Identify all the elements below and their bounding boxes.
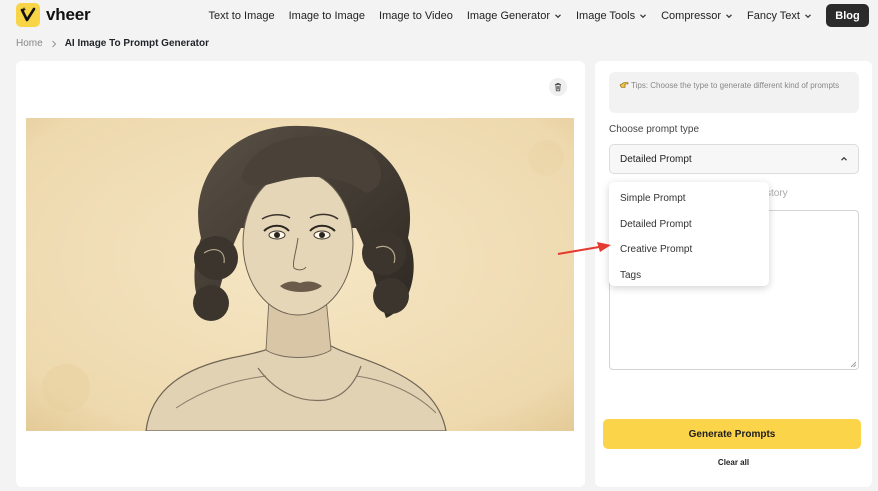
option-simple-prompt[interactable]: Simple Prompt — [609, 186, 769, 212]
nav-label: Image Tools — [575, 10, 636, 22]
nav-label: Image Generator — [466, 10, 550, 22]
nav-label: Fancy Text — [747, 10, 800, 22]
resize-grip-icon[interactable] — [850, 361, 857, 368]
delete-image-button[interactable] — [549, 78, 567, 96]
generate-prompts-button[interactable]: Generate Prompts — [603, 419, 861, 449]
pointing-hand-icon — [619, 82, 629, 88]
nav-image-to-video[interactable]: Image to Video — [379, 10, 453, 22]
nav-image-tools[interactable]: Image Tools — [576, 10, 647, 22]
blog-button[interactable]: Blog — [826, 4, 869, 27]
main-nav: Text to Image Image to Image Image to Vi… — [209, 0, 812, 32]
tips-text: Tips: Choose the type to generate differ… — [631, 81, 840, 90]
prompt-panel: Tips: Choose the type to generate differ… — [595, 61, 872, 487]
nav-label: Image to Image — [288, 10, 366, 22]
prompt-type-select[interactable]: Detailed Prompt — [609, 144, 859, 174]
brand-name: vheer — [46, 5, 91, 24]
tips-box: Tips: Choose the type to generate differ… — [609, 72, 859, 113]
portrait-sketch-image — [26, 118, 574, 431]
annotation-arrow-icon — [557, 242, 611, 255]
nav-text-to-image[interactable]: Text to Image — [209, 10, 275, 22]
nav-label: Compressor — [661, 10, 721, 22]
nav-compressor[interactable]: Compressor — [661, 10, 733, 22]
history-tab[interactable]: story — [766, 188, 788, 199]
breadcrumb: Home AI Image To Prompt Generator — [16, 38, 209, 49]
logo[interactable]: vheer — [16, 3, 91, 27]
top-header: vheer Text to Image Image to Image Image… — [0, 0, 878, 32]
trash-icon — [555, 83, 561, 92]
chevron-down-icon — [726, 14, 732, 19]
option-creative-prompt[interactable]: Creative Prompt — [609, 237, 769, 263]
option-tags[interactable]: Tags — [609, 263, 769, 289]
chevron-down-icon — [805, 14, 811, 19]
breadcrumb-home[interactable]: Home — [16, 38, 43, 49]
uploaded-image — [26, 118, 574, 431]
chevron-right-icon — [51, 40, 56, 47]
clear-all-link[interactable]: Clear all — [595, 458, 872, 467]
prompt-type-label: Choose prompt type — [609, 124, 700, 135]
option-detailed-prompt[interactable]: Detailed Prompt — [609, 212, 769, 238]
nav-label: Image to Video — [379, 10, 453, 22]
chevron-down-icon — [555, 14, 561, 19]
nav-fancy-text[interactable]: Fancy Text — [747, 10, 812, 22]
nav-image-generator[interactable]: Image Generator — [467, 10, 562, 22]
breadcrumb-current: AI Image To Prompt Generator — [64, 38, 209, 49]
chevron-up-icon — [841, 156, 847, 161]
image-panel — [16, 61, 585, 487]
chevron-down-icon — [640, 14, 647, 19]
nav-image-to-image[interactable]: Image to Image — [289, 10, 365, 22]
nav-label: Text to Image — [208, 10, 275, 22]
prompt-type-dropdown: Simple Prompt Detailed Prompt Creative P… — [609, 182, 769, 286]
prompt-type-selected-value: Detailed Prompt — [620, 153, 692, 165]
logo-mark-icon — [16, 3, 40, 27]
